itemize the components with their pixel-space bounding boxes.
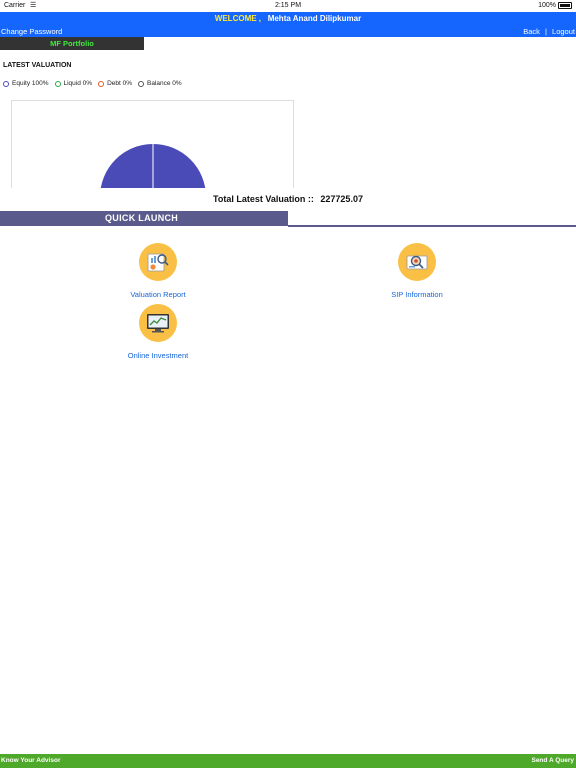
total-valuation: Total Latest Valuation :: 227725.07: [0, 194, 576, 204]
valuation-report-label: Valuation Report: [130, 290, 186, 299]
status-bar: Carrier ☰ 2:15 PM 100%: [0, 0, 576, 12]
battery-percent: 100%: [538, 2, 556, 9]
online-investment-label: Online Investment: [127, 351, 189, 360]
online-investment-icon: [139, 304, 177, 342]
legend-item-debt: Debt 0%: [98, 80, 132, 87]
valuation-report-button[interactable]: Valuation Report: [88, 243, 228, 299]
legend-marker-liquid: [54, 80, 61, 87]
pie-chart-svg: [100, 144, 206, 188]
sip-information-label: SIP Information: [391, 290, 443, 299]
legend-label-debt: Debt 0%: [107, 80, 132, 87]
chart-legend: Equity 100% Liquid 0% Debt 0% Balance 0%: [3, 80, 182, 87]
legend-label-balance: Balance 0%: [147, 80, 182, 87]
latest-valuation-title: LATEST VALUATION: [3, 62, 72, 69]
user-name: Mehta Anand Dilipkumar: [267, 14, 362, 23]
sip-information-button[interactable]: SIP Information: [347, 243, 487, 299]
legend-marker-equity: [3, 80, 9, 87]
sip-information-icon: [398, 243, 436, 281]
quick-launch-header: QUICK LAUNCH: [0, 211, 288, 226]
legend-item-equity: Equity 100%: [3, 80, 49, 87]
legend-marker-debt: [98, 80, 105, 87]
nav-separator: |: [545, 27, 547, 36]
total-valuation-amount: 227725.07: [320, 194, 363, 204]
footer-bar: Know Your Advisor Send A Query: [0, 754, 576, 768]
legend-label-equity: Equity 100%: [12, 80, 49, 87]
logout-link[interactable]: Logout: [552, 27, 575, 36]
legend-label-liquid: Liquid 0%: [63, 80, 93, 87]
total-valuation-label: Total Latest Valuation ::: [213, 194, 314, 204]
online-investment-button[interactable]: Online Investment: [88, 304, 228, 360]
valuation-report-icon: [139, 243, 177, 281]
battery-icon: [558, 2, 572, 9]
legend-item-liquid: Liquid 0%: [54, 80, 93, 87]
welcome-bar: WELCOME , Mehta Anand Dilipkumar: [0, 12, 576, 26]
tab-mf-portfolio[interactable]: MF Portfolio: [0, 37, 144, 50]
welcome-label: WELCOME ,: [214, 14, 262, 23]
pie-chart: [11, 100, 294, 188]
send-a-query-link[interactable]: Send A Query: [531, 754, 574, 768]
quick-launch-divider: [288, 225, 576, 227]
status-time: 2:15 PM: [274, 2, 302, 9]
legend-marker-balance: [138, 80, 144, 87]
nav-row: Change Password Back | Logout: [0, 26, 576, 37]
know-your-advisor-link[interactable]: Know Your Advisor: [1, 754, 60, 768]
nav-right-links: Back | Logout: [523, 26, 575, 37]
change-password-link[interactable]: Change Password: [1, 26, 62, 37]
legend-item-balance: Balance 0%: [138, 80, 182, 87]
back-link[interactable]: Back: [523, 27, 540, 36]
